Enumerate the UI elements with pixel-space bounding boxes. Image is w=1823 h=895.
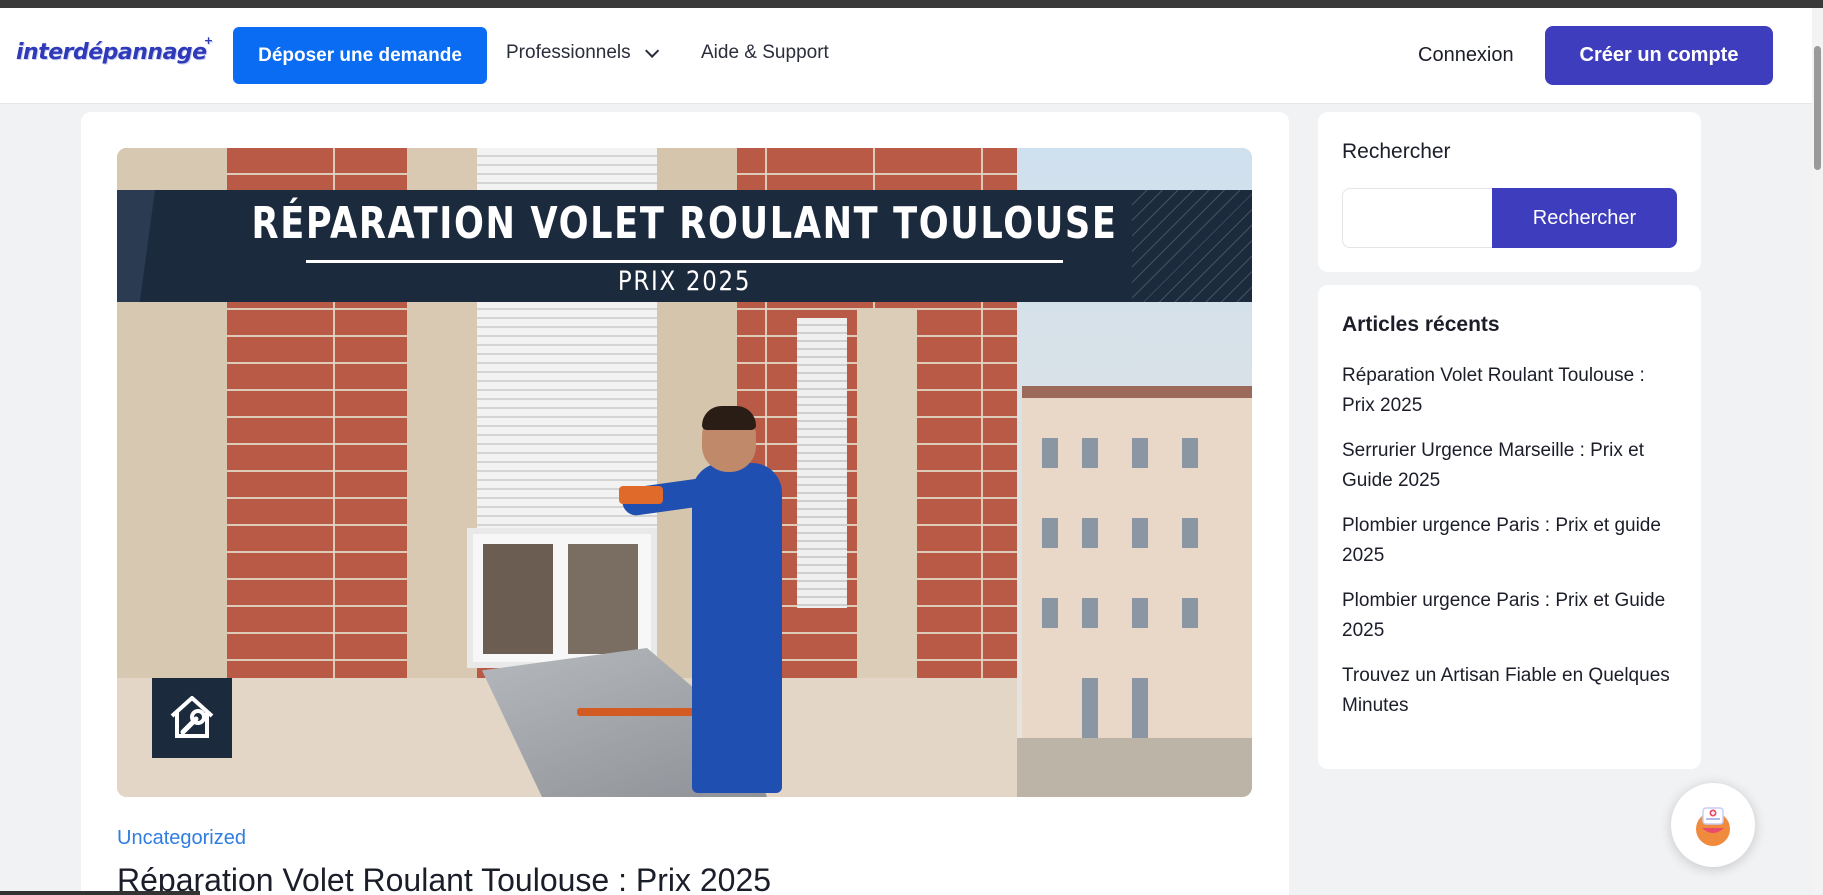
drill-icon: [619, 486, 663, 504]
post-card: RÉPARATION VOLET ROULANT TOULOUSE PRIX 2…: [81, 112, 1289, 895]
hero-worker-body: [692, 463, 782, 793]
browser-top-strip: [0, 0, 1823, 8]
hero-building: [1022, 398, 1252, 738]
building-window: [1042, 518, 1058, 548]
scrollbar-thumb[interactable]: [1814, 46, 1821, 170]
building-window: [1182, 518, 1198, 548]
building-door: [1082, 678, 1098, 738]
login-link[interactable]: Connexion: [1418, 44, 1514, 67]
search-button[interactable]: Rechercher: [1492, 188, 1677, 248]
site-header: interdépannage + Déposer une demande Pro…: [0, 8, 1812, 104]
recent-posts-title: Articles récents: [1342, 313, 1500, 336]
building-window: [1082, 518, 1098, 548]
site-logo[interactable]: interdépannage +: [16, 34, 213, 65]
search-input[interactable]: [1342, 188, 1494, 248]
banner-stripe: [117, 190, 155, 302]
recent-posts-list: Réparation Volet Roulant Toulouse : Prix…: [1342, 361, 1682, 736]
search-label: Rechercher: [1342, 140, 1451, 163]
post-title: Réparation Volet Roulant Toulouse : Prix…: [117, 862, 772, 895]
nav-support[interactable]: Aide & Support: [701, 42, 829, 64]
building-window: [1082, 438, 1098, 468]
search-widget: Rechercher Rechercher: [1318, 112, 1701, 272]
page-scrollbar[interactable]: [1812, 8, 1823, 895]
logo-text: interdépannage: [16, 40, 207, 65]
recent-post-link[interactable]: Serrurier Urgence Marseille : Prix et Gu…: [1342, 436, 1682, 496]
hero-worker-hair: [702, 406, 756, 430]
building-window: [1082, 598, 1098, 628]
building-window: [1042, 438, 1058, 468]
create-account-button[interactable]: Créer un compte: [1545, 26, 1773, 85]
logo-mark: +: [203, 34, 213, 47]
building-window: [1182, 438, 1198, 468]
recent-post-link[interactable]: Réparation Volet Roulant Toulouse : Prix…: [1342, 361, 1682, 421]
banner-title: RÉPARATION VOLET ROULANT TOULOUSE: [251, 198, 1118, 249]
house-wrench-icon: [152, 678, 232, 758]
hero-title-banner: RÉPARATION VOLET ROULANT TOULOUSE PRIX 2…: [117, 190, 1252, 302]
featured-image[interactable]: RÉPARATION VOLET ROULANT TOULOUSE PRIX 2…: [117, 148, 1252, 797]
recent-posts-widget: Articles récents Réparation Volet Roulan…: [1318, 285, 1701, 769]
banner-divider: [306, 260, 1063, 263]
building-window: [1132, 598, 1148, 628]
post-category-link[interactable]: Uncategorized: [117, 827, 246, 850]
recent-post-link[interactable]: Plombier urgence Paris : Prix et Guide 2…: [1342, 586, 1682, 646]
bottom-progress-line: [0, 891, 200, 895]
building-window: [1132, 438, 1148, 468]
building-window: [1132, 518, 1148, 548]
chat-assistant-icon[interactable]: [1671, 783, 1755, 867]
recent-post-link[interactable]: Plombier urgence Paris : Prix et guide 2…: [1342, 511, 1682, 571]
submit-request-button[interactable]: Déposer une demande: [233, 27, 487, 84]
hero-window-pane: [568, 544, 638, 654]
building-window: [1042, 598, 1058, 628]
nav-professionals[interactable]: Professionnels: [506, 42, 659, 64]
building-window: [1182, 598, 1198, 628]
chevron-down-icon: [644, 43, 659, 58]
hero-roller-shutter: [797, 318, 847, 608]
building-door: [1132, 678, 1148, 738]
nav-professionals-label: Professionnels: [506, 42, 631, 63]
banner-subtitle: PRIX 2025: [617, 266, 752, 297]
hero-window-pane: [483, 544, 553, 654]
hero-ground: [997, 738, 1252, 797]
hero-window: [467, 528, 657, 668]
recent-post-link[interactable]: Trouvez un Artisan Fiable en Quelques Mi…: [1342, 661, 1682, 721]
